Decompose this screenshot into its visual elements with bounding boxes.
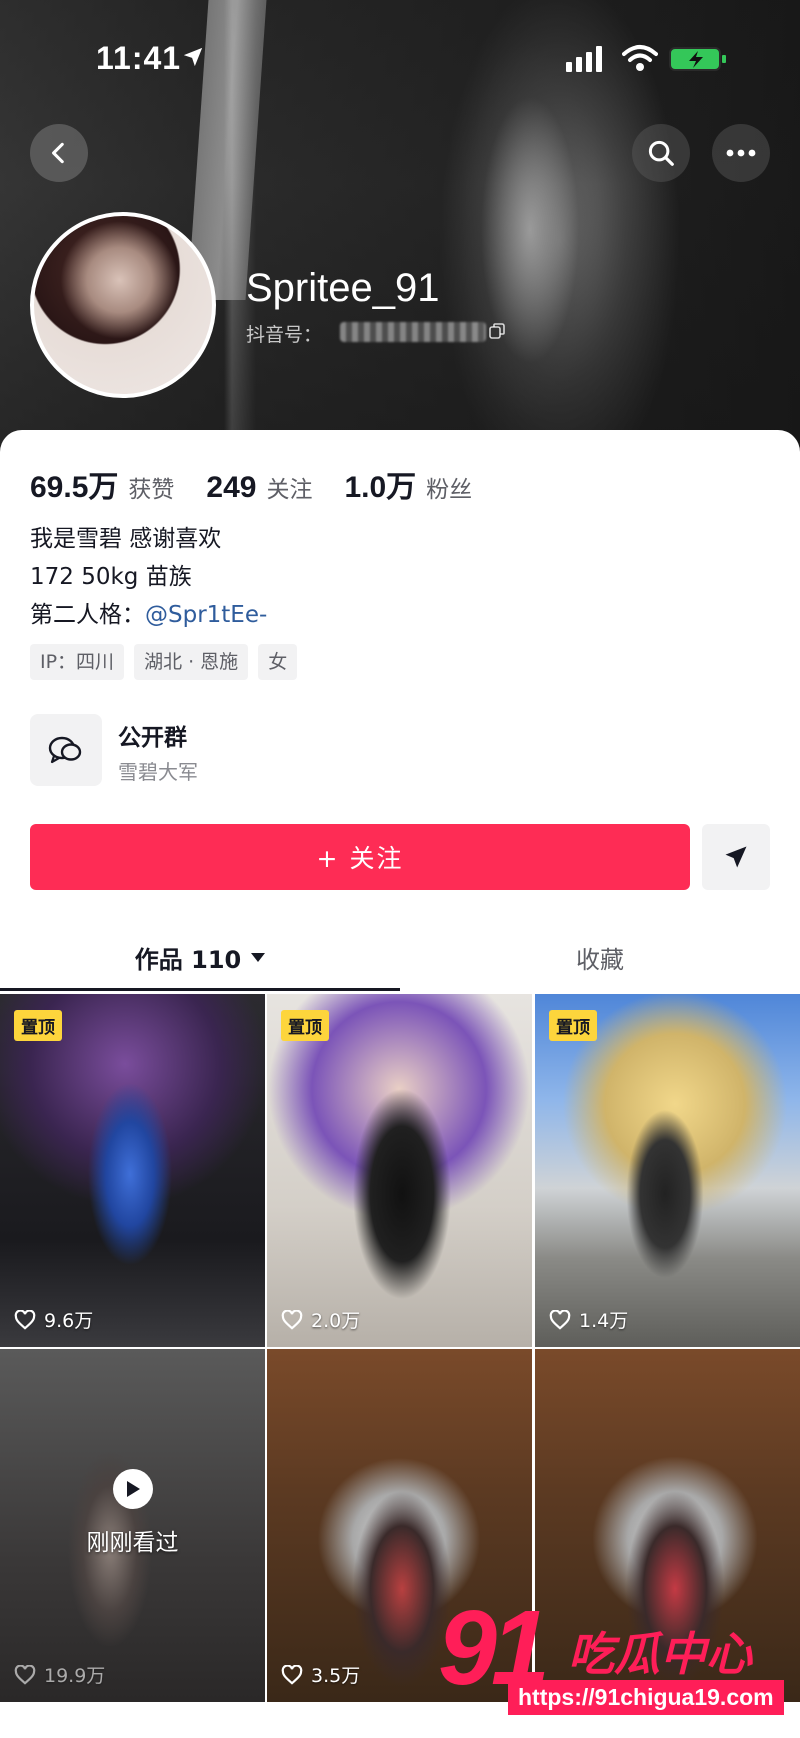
bio-line: 172 50kg 苗族 [30,564,192,590]
profile-tags: IP：四川 湖北 · 恩施 女 [30,644,298,680]
group-chat-icon [30,714,102,786]
play-icon [112,1469,153,1509]
heart-outline-icon [14,1309,36,1330]
share-button[interactable] [702,824,770,890]
profile-stats: 69.5万 获赞 249 关注 1.0万 粉丝 [30,462,504,506]
profile-tabs: 作品 110 收藏 [0,920,800,994]
video-thumbnail[interactable]: 置顶 2.0万 [267,994,532,1347]
recently-watched-overlay: 刚刚看过 [0,1469,265,1557]
video-thumbnail[interactable]: 刚刚看过 19.9万 [0,1349,265,1702]
public-group-entry[interactable]: 公开群 雪碧大军 [30,714,770,790]
send-icon [725,846,747,868]
ip-location-tag: IP：四川 [30,644,125,680]
back-button[interactable] [30,124,88,182]
video-likes-count: 2.0万 [311,1310,361,1332]
likes-count: 69.5万 [30,471,119,504]
video-likes-count: 19.9万 [44,1665,106,1687]
tab-works[interactable]: 作品 110 [0,920,400,994]
following-label[interactable]: 关注 [266,470,312,504]
avatar[interactable] [30,212,216,398]
followers-label[interactable]: 粉丝 [426,470,472,504]
heart-outline-icon [549,1309,571,1330]
video-likes: 19.9万 [14,1661,105,1688]
wifi-icon [622,45,658,71]
group-subtitle: 雪碧大军 [118,760,198,784]
copy-icon[interactable] [488,322,506,340]
follow-button[interactable]: + 关注 [30,824,690,890]
site-watermark: 91 吃瓜中心 https://91chigua19.com [438,1588,800,1738]
video-likes-count: 9.6万 [44,1310,94,1332]
video-thumbnail[interactable]: 置顶 1.4万 [535,994,800,1347]
video-likes: 2.0万 [281,1306,360,1333]
profile-username: Spritee_91 [246,266,440,310]
cellular-signal-icon [566,46,602,72]
pinned-badge: 置顶 [281,1010,329,1041]
ellipsis-icon [726,149,756,157]
bio-line: 我是雪碧 感谢喜欢 [30,526,222,552]
active-tab-indicator [0,988,400,991]
video-likes-count: 1.4万 [579,1310,629,1332]
group-title: 公开群 [118,725,187,751]
alt-persona-mention-link[interactable]: @Spr1tEe- [145,602,267,628]
caret-down-icon [251,952,266,962]
heart-outline-icon [281,1664,303,1685]
video-thumbnail[interactable]: 置顶 9.6万 [0,994,265,1347]
status-bar: 11:41 [0,0,800,110]
video-likes-count: 3.5万 [311,1665,361,1687]
more-options-button[interactable] [712,124,770,182]
watermark-url: https://91chigua19.com [508,1680,784,1715]
status-time: 11:41 [96,40,182,76]
following-count[interactable]: 249 [206,471,256,505]
chevron-left-icon [52,142,64,164]
bio-line-alt-persona: 第二人格：@Spr1tEe- [30,596,267,634]
likes-label: 获赞 [128,477,175,503]
video-likes: 9.6万 [14,1306,93,1333]
pinned-badge: 置顶 [14,1010,62,1041]
douyin-id-label: 抖音号： [246,324,323,346]
heart-outline-icon [281,1309,303,1330]
video-likes: 3.5万 [281,1661,360,1688]
alt-persona-label: 第二人格： [30,602,145,628]
gender-tag: 女 [258,644,298,680]
douyin-id-value-obscured [340,322,486,342]
search-button[interactable] [632,124,690,182]
battery-charging-icon [669,47,726,71]
heart-outline-icon [14,1664,36,1685]
watermark-name: 吃瓜中心 [568,1627,752,1681]
followers-count[interactable]: 1.0万 [344,462,416,506]
video-likes: 1.4万 [549,1306,628,1333]
pinned-badge: 置顶 [549,1010,597,1041]
profile-bio: 我是雪碧 感谢喜欢 172 50kg 苗族 第二人格：@Spr1tEe- [30,520,267,634]
location-arrow-icon [183,47,203,67]
recently-watched-label: 刚刚看过 [86,1530,179,1556]
tab-favorites[interactable]: 收藏 [400,920,800,994]
search-icon [648,140,674,166]
tab-works-label: 作品 110 [134,945,242,974]
hometown-tag: 湖北 · 恩施 [134,644,249,680]
